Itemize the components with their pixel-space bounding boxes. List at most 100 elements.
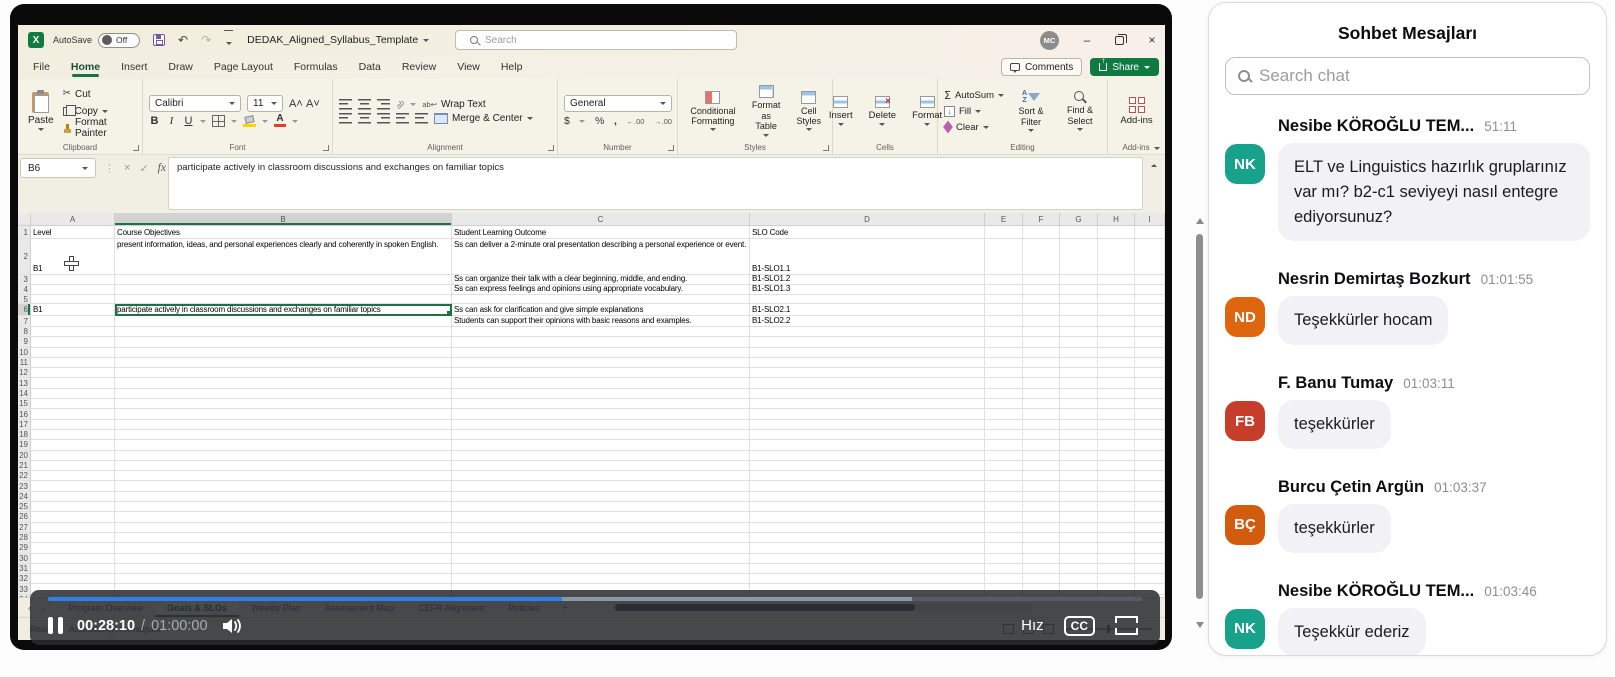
- grid-cell[interactable]: [1135, 574, 1165, 584]
- grid-cell[interactable]: [1060, 348, 1098, 358]
- grid-cell[interactable]: [1135, 512, 1165, 522]
- grid-cell[interactable]: [1023, 481, 1060, 491]
- italic-button[interactable]: I: [166, 115, 177, 127]
- row-header-4[interactable]: 4: [18, 285, 31, 295]
- grid-cell[interactable]: [985, 239, 1023, 275]
- grid-cell[interactable]: [985, 481, 1023, 491]
- grid-cell[interactable]: [1098, 337, 1135, 347]
- grid-cell[interactable]: [115, 358, 452, 368]
- grid-cell[interactable]: [31, 533, 115, 543]
- column-header-d[interactable]: D: [750, 213, 985, 226]
- grid-cell[interactable]: [1023, 420, 1060, 430]
- grid-cell[interactable]: B1-SLO2.1: [750, 304, 985, 316]
- grid-cell[interactable]: [1135, 275, 1165, 285]
- find-select-button[interactable]: Find & Select: [1058, 91, 1102, 131]
- grid-cell[interactable]: [31, 348, 115, 358]
- grid-cell[interactable]: [985, 389, 1023, 399]
- grid-cell[interactable]: [750, 368, 985, 378]
- grid-cell[interactable]: [31, 275, 115, 285]
- grid-cell[interactable]: [452, 327, 750, 337]
- grid-cell[interactable]: [750, 574, 985, 584]
- comma-style-button[interactable]: ,: [614, 115, 617, 127]
- grid-cell[interactable]: [31, 389, 115, 399]
- restore-button[interactable]: [1115, 36, 1124, 45]
- grid-cell[interactable]: [1023, 523, 1060, 533]
- grid-cell[interactable]: [115, 554, 452, 564]
- grid-cell[interactable]: [31, 471, 115, 481]
- grid-cell[interactable]: [750, 348, 985, 358]
- message-bubble[interactable]: teşekkürler: [1278, 400, 1391, 449]
- grid-cell[interactable]: [985, 512, 1023, 522]
- grid-cell[interactable]: [1098, 378, 1135, 388]
- grid-cell[interactable]: [985, 554, 1023, 564]
- column-header-a[interactable]: A: [31, 213, 115, 226]
- grid-cell[interactable]: [1098, 275, 1135, 285]
- grid-cell[interactable]: [1060, 275, 1098, 285]
- grid-cell[interactable]: [1098, 564, 1135, 574]
- scrollbar-thumb[interactable]: [1196, 234, 1203, 599]
- grid-cell[interactable]: [31, 461, 115, 471]
- grid-cell[interactable]: [750, 295, 985, 304]
- video-player[interactable]: X AutoSave Off ↶ ↷ DEDAK_Aligned_Syllabu…: [10, 4, 1172, 650]
- add-ins-button[interactable]: Add-ins: [1115, 97, 1157, 126]
- grid-cell[interactable]: [985, 471, 1023, 481]
- row-header-13[interactable]: 13: [18, 378, 31, 388]
- grid-cell[interactable]: [452, 512, 750, 522]
- currency-button[interactable]: $: [564, 115, 570, 127]
- grid-cell[interactable]: [1135, 533, 1165, 543]
- decrease-decimal-button[interactable]: →.00: [654, 117, 672, 126]
- grid-cell[interactable]: [985, 574, 1023, 584]
- grid-cell[interactable]: [1060, 239, 1098, 275]
- grid-cell[interactable]: [985, 368, 1023, 378]
- grid-cell[interactable]: [115, 420, 452, 430]
- grid-cell[interactable]: [452, 492, 750, 502]
- grid-cell[interactable]: [452, 533, 750, 543]
- menu-tab-formulas[interactable]: Formulas: [293, 57, 339, 77]
- align-left-icon[interactable]: [339, 113, 352, 124]
- grid-cell[interactable]: [1098, 239, 1135, 275]
- grid-cell[interactable]: [750, 533, 985, 543]
- share-button[interactable]: Share: [1090, 58, 1159, 76]
- grid-cell[interactable]: [452, 358, 750, 368]
- grid-cell[interactable]: [750, 512, 985, 522]
- grid-cell[interactable]: [1060, 285, 1098, 295]
- row-header-32[interactable]: 32: [18, 574, 31, 584]
- grid-cell[interactable]: [1023, 543, 1060, 553]
- seek-bar[interactable]: [48, 597, 1142, 601]
- percent-button[interactable]: %: [595, 115, 604, 127]
- grid-cell[interactable]: [1135, 316, 1165, 327]
- increase-decimal-button[interactable]: ←.00: [626, 117, 644, 126]
- menu-tab-view[interactable]: View: [456, 57, 481, 77]
- grid-cell[interactable]: [1060, 564, 1098, 574]
- grid-cell[interactable]: B1-SLO1.3: [750, 285, 985, 295]
- grid-cell[interactable]: [750, 440, 985, 450]
- merge-center-button[interactable]: Merge & Center: [434, 113, 533, 124]
- underline-menu-icon[interactable]: [200, 120, 206, 123]
- grid-cell[interactable]: [1060, 523, 1098, 533]
- grid-cell[interactable]: [452, 348, 750, 358]
- grid-cell[interactable]: [985, 543, 1023, 553]
- grid-cell[interactable]: [1135, 358, 1165, 368]
- save-icon[interactable]: [153, 34, 165, 46]
- grid-cell[interactable]: [1135, 420, 1165, 430]
- row-header-24[interactable]: 24: [18, 492, 31, 502]
- grid-cell[interactable]: [115, 295, 452, 304]
- grid-cell[interactable]: [1023, 275, 1060, 285]
- row-header-25[interactable]: 25: [18, 502, 31, 512]
- grid-cell[interactable]: [31, 295, 115, 304]
- grid-cell[interactable]: [115, 399, 452, 409]
- grid-cell[interactable]: [985, 275, 1023, 285]
- grid-cell[interactable]: [1135, 471, 1165, 481]
- grid-cell[interactable]: [115, 337, 452, 347]
- grid-cell[interactable]: [1098, 523, 1135, 533]
- grid-cell[interactable]: [1135, 304, 1165, 316]
- grid-cell[interactable]: Students can support their opinions with…: [452, 316, 750, 327]
- grid-cell[interactable]: [1098, 368, 1135, 378]
- customize-toolbar-icon[interactable]: [224, 30, 233, 50]
- grid-cell[interactable]: [452, 399, 750, 409]
- grid-cell[interactable]: [115, 275, 452, 285]
- grid-cell[interactable]: [1135, 399, 1165, 409]
- grid-cell[interactable]: [31, 451, 115, 461]
- number-format-select[interactable]: General: [564, 95, 672, 112]
- grid-cell[interactable]: [452, 564, 750, 574]
